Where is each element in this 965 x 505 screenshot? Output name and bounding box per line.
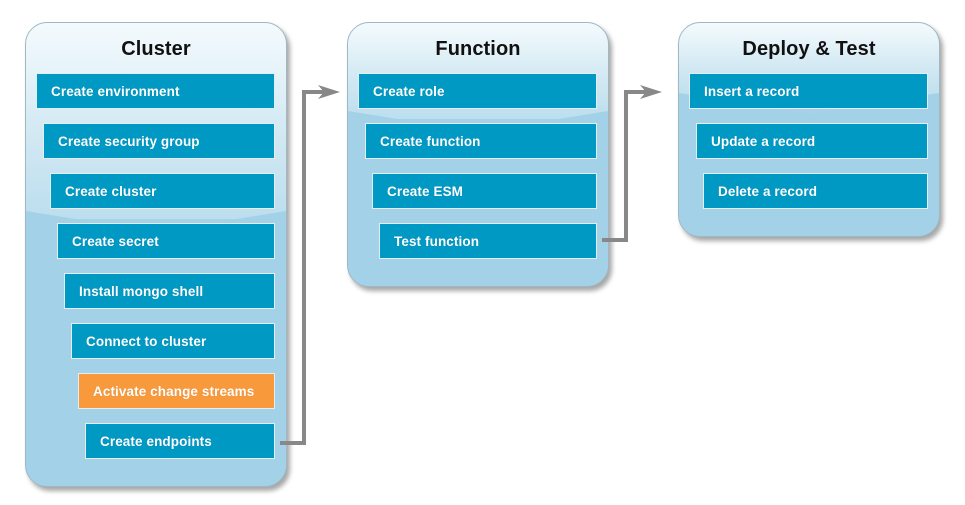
connector-segment-vertical [302, 90, 306, 445]
step-activate-change-streams[interactable]: Activate change streams [78, 373, 275, 409]
step-create-security-group[interactable]: Create security group [43, 123, 275, 159]
step-insert-a-record[interactable]: Insert a record [689, 73, 928, 109]
step-create-environment[interactable]: Create environment [36, 73, 275, 109]
panel-title-function: Function [435, 38, 521, 60]
connector-segment-vertical [624, 90, 628, 242]
step-create-role[interactable]: Create role [358, 73, 597, 109]
panel-title-cluster: Cluster [121, 38, 191, 60]
step-connect-to-cluster[interactable]: Connect to cluster [71, 323, 275, 359]
panel-gloss-bottom [348, 145, 608, 286]
step-update-a-record[interactable]: Update a record [696, 123, 928, 159]
step-delete-a-record[interactable]: Delete a record [703, 173, 928, 209]
step-create-endpoints[interactable]: Create endpoints [85, 423, 275, 459]
step-test-function[interactable]: Test function [379, 223, 597, 259]
step-create-cluster[interactable]: Create cluster [50, 173, 275, 209]
diagram-canvas: Cluster Create environment Create securi… [0, 0, 965, 505]
step-create-function[interactable]: Create function [365, 123, 597, 159]
step-install-mongo-shell[interactable]: Install mongo shell [64, 273, 275, 309]
step-create-esm[interactable]: Create ESM [372, 173, 597, 209]
step-create-secret[interactable]: Create secret [57, 223, 275, 259]
panel-title-deploy-test: Deploy & Test [742, 38, 876, 60]
